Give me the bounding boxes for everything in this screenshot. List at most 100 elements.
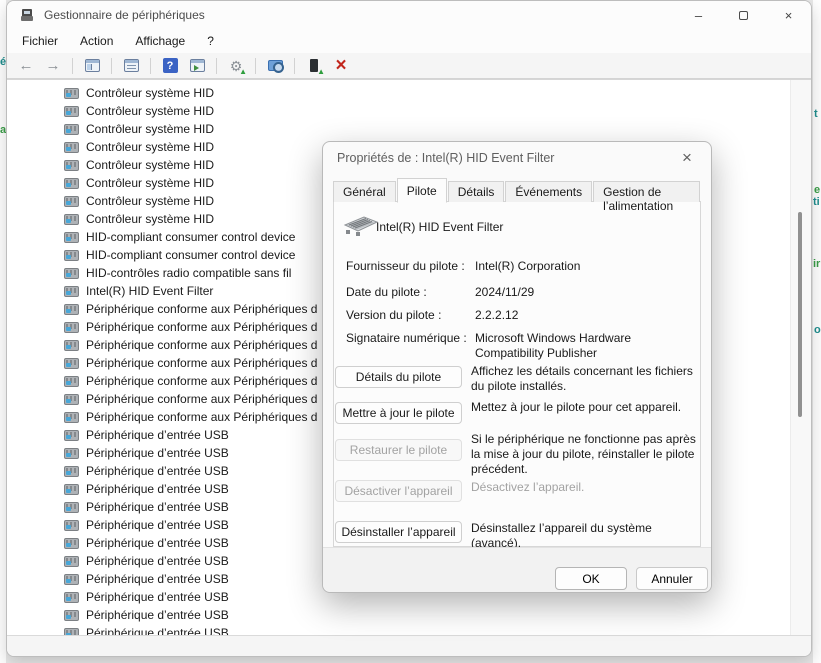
toolbar-separator xyxy=(150,58,151,74)
ok-button[interactable]: OK xyxy=(555,567,627,590)
tree-item-label: Périphérique conforme aux Périphériques … xyxy=(86,356,317,370)
roll-back-driver-button[interactable]: Restaurer le pilote xyxy=(335,439,462,461)
hid-device-icon xyxy=(64,250,79,261)
hid-device-icon xyxy=(64,574,79,585)
tree-item-label: Périphérique d’entrée USB xyxy=(86,428,229,442)
hid-device-icon xyxy=(64,628,79,636)
tree-item-label: Contrôleur système HID xyxy=(86,212,214,226)
tree-item-label: Périphérique conforme aux Périphériques … xyxy=(86,374,317,388)
scan-hardware-changes-icon[interactable]: ⚙▲ xyxy=(225,56,247,76)
hid-device-icon xyxy=(64,466,79,477)
dialog-close-icon[interactable]: × xyxy=(675,146,699,170)
hid-device-icon xyxy=(64,106,79,117)
tree-item-label: Périphérique d’entrée USB xyxy=(86,590,229,604)
show-console-tree-icon[interactable] xyxy=(81,56,103,76)
tree-item-label: Périphérique d’entrée USB xyxy=(86,482,229,496)
back-icon[interactable]: ← xyxy=(15,56,37,76)
hid-device-icon xyxy=(64,484,79,495)
tree-item-label: HID-contrôles radio compatible sans fil xyxy=(86,266,291,280)
toolbar-separator xyxy=(72,58,73,74)
menu-action[interactable]: Action xyxy=(69,31,124,51)
keyboard-device-icon xyxy=(339,210,379,238)
background-window-sliver-right: t e ti ir o xyxy=(813,0,821,663)
tree-item[interactable]: Contrôleur système HID xyxy=(7,120,811,138)
dialog-title: Propriétés de : Intel(R) HID Event Filte… xyxy=(337,151,554,165)
hid-device-icon xyxy=(64,358,79,369)
tab-strip: Général Pilote Détails Événements Gestio… xyxy=(333,179,701,202)
update-driver-button[interactable]: Mettre à jour le pilote xyxy=(335,402,462,424)
edge-text-fragment: e xyxy=(814,184,820,196)
menu-bar: Fichier Action Affichage ? xyxy=(7,29,811,53)
tab-details[interactable]: Détails xyxy=(448,181,505,202)
tree-item-label: Périphérique conforme aux Périphériques … xyxy=(86,320,317,334)
field-label: Fournisseur du pilote : xyxy=(346,259,465,273)
menu-fichier[interactable]: Fichier xyxy=(11,31,69,51)
device-manager-icon xyxy=(20,8,35,23)
tree-item[interactable]: Périphérique d’entrée USB xyxy=(7,606,811,624)
tree-item-label: Contrôleur système HID xyxy=(86,194,214,208)
cancel-button[interactable]: Annuler xyxy=(636,567,708,590)
tree-item[interactable]: Périphérique d’entrée USB xyxy=(7,624,811,635)
disable-device-description: Désactivez l’appareil. xyxy=(471,480,705,495)
tree-item[interactable]: Contrôleur système HID xyxy=(7,84,811,102)
update-driver-icon[interactable]: ▲ xyxy=(303,56,325,76)
hid-device-icon xyxy=(64,142,79,153)
tab-evenements[interactable]: Événements xyxy=(505,181,592,202)
tree-item-label: Contrôleur système HID xyxy=(86,158,214,172)
driver-details-button[interactable]: Détails du pilote xyxy=(335,366,462,388)
toolbar-separator xyxy=(255,58,256,74)
hid-device-icon xyxy=(64,394,79,405)
tree-item-label: Périphérique d’entrée USB xyxy=(86,464,229,478)
minimize-button[interactable]: – xyxy=(676,1,721,29)
tree-item-label: Contrôleur système HID xyxy=(86,140,214,154)
tree-item-label: Périphérique conforme aux Périphériques … xyxy=(86,410,317,424)
help-icon[interactable]: ? xyxy=(159,56,181,76)
hid-device-icon xyxy=(64,304,79,315)
hid-device-icon xyxy=(64,592,79,603)
hid-device-icon xyxy=(64,448,79,459)
tree-item-label: Périphérique d’entrée USB xyxy=(86,554,229,568)
tree-item-label: Contrôleur système HID xyxy=(86,104,214,118)
tree-item-label: Périphérique d’entrée USB xyxy=(86,626,229,635)
tab-gestion-alimentation[interactable]: Gestion de l’alimentation xyxy=(593,181,700,202)
hid-device-icon xyxy=(64,376,79,387)
field-value: 2024/11/29 xyxy=(475,285,687,300)
hid-device-icon xyxy=(64,286,79,297)
edge-text-fragment: t xyxy=(814,108,818,120)
uninstall-device-button[interactable]: Désinstaller l’appareil xyxy=(335,521,462,543)
hid-device-icon xyxy=(64,178,79,189)
hid-device-icon xyxy=(64,160,79,171)
toolbar-separator xyxy=(294,58,295,74)
window-title: Gestionnaire de périphériques xyxy=(44,8,205,22)
vertical-scrollbar[interactable] xyxy=(790,80,811,635)
tab-pilote[interactable]: Pilote xyxy=(397,178,447,203)
action-pane-icon[interactable] xyxy=(186,56,208,76)
menu-affichage[interactable]: Affichage xyxy=(124,31,196,51)
tree-item-label: Périphérique conforme aux Périphériques … xyxy=(86,338,317,352)
hid-device-icon xyxy=(64,538,79,549)
disable-device-button[interactable]: Désactiver l’appareil xyxy=(335,480,462,502)
close-button[interactable]: × xyxy=(766,1,811,29)
hid-device-icon xyxy=(64,502,79,513)
properties-icon[interactable] xyxy=(120,56,142,76)
scrollbar-thumb[interactable] xyxy=(798,212,802,417)
tree-item[interactable]: Contrôleur système HID xyxy=(7,102,811,120)
remote-computer-icon[interactable] xyxy=(264,56,286,76)
field-label: Version du pilote : xyxy=(346,308,441,322)
field-value: Intel(R) Corporation xyxy=(475,259,687,274)
hid-device-icon xyxy=(64,268,79,279)
hid-device-icon xyxy=(64,430,79,441)
tree-item-label: HID-compliant consumer control device xyxy=(86,248,295,262)
forward-icon[interactable]: → xyxy=(42,56,64,76)
hid-device-icon xyxy=(64,556,79,567)
field-label: Date du pilote : xyxy=(346,285,427,299)
tree-item-label: Périphérique conforme aux Périphériques … xyxy=(86,392,317,406)
hid-device-icon xyxy=(64,196,79,207)
tree-item-label: Périphérique d’entrée USB xyxy=(86,500,229,514)
tree-item-label: Contrôleur système HID xyxy=(86,122,214,136)
maximize-button[interactable] xyxy=(721,1,766,29)
menu-help[interactable]: ? xyxy=(196,31,225,51)
tab-general[interactable]: Général xyxy=(333,181,396,202)
toolbar: ← → ? ⚙▲ ▲ × xyxy=(7,53,811,79)
uninstall-device-icon[interactable]: × xyxy=(330,56,352,76)
